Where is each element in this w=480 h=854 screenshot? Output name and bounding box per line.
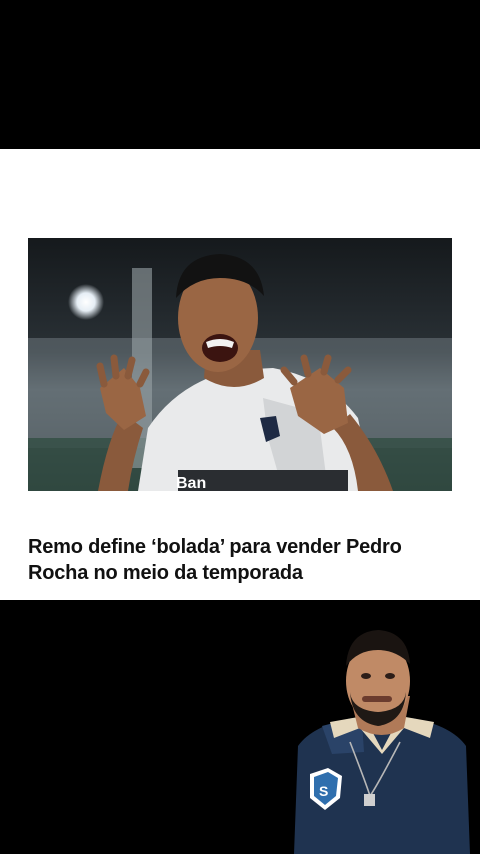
presenter-webcam: S bbox=[292, 626, 472, 854]
news-card[interactable]: Ban Remo define ‘bolada’ para vender Ped… bbox=[0, 149, 480, 600]
top-black-bar bbox=[0, 0, 480, 149]
article-headline[interactable]: Remo define ‘bolada’ para vender Pedro R… bbox=[28, 534, 458, 586]
shirt-sponsor-text: Ban bbox=[176, 475, 206, 491]
news-photo[interactable]: Ban bbox=[28, 238, 452, 491]
svg-text:S: S bbox=[319, 783, 328, 799]
